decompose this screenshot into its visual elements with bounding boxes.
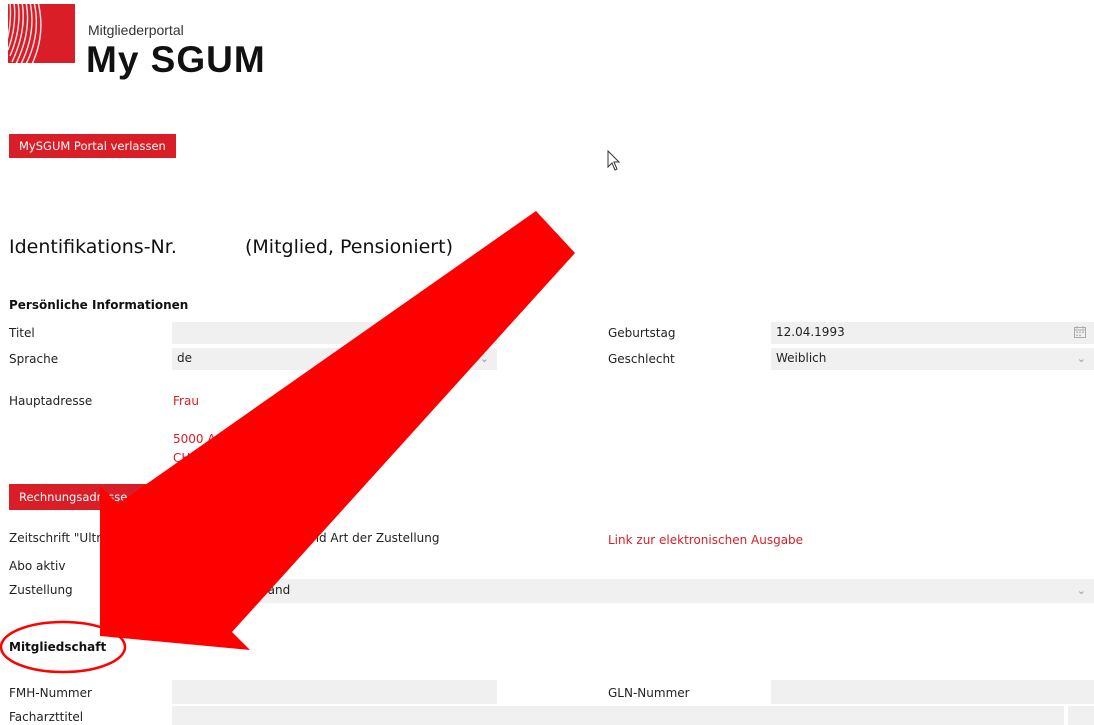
subscription-active-label: Abo aktiv: [9, 559, 66, 573]
electronic-edition-link[interactable]: Link zur elektronischen Ausgabe: [608, 533, 803, 547]
language-value: de: [177, 351, 192, 365]
journal-label-mid: der: [160, 531, 180, 545]
birthday-field[interactable]: 12.04.1993: [771, 322, 1094, 344]
member-status: (Mitglied, Pensioniert): [245, 236, 453, 258]
title-label: Titel: [9, 326, 35, 340]
fmh-number-field[interactable]: [172, 680, 497, 704]
delivery-label: Zustellung: [9, 583, 73, 597]
chevron-down-icon: ⌄: [479, 352, 489, 365]
delivery-select[interactable]: stversand ⌄: [172, 579, 1094, 603]
gender-label: Geschlecht: [608, 352, 675, 366]
title-select[interactable]: ⌄: [172, 322, 497, 344]
membership-title: Mitgliedschaft: [9, 640, 107, 654]
logo-title: My SGUM: [86, 39, 266, 80]
sgum-logo-mark: [8, 4, 75, 63]
birthday-label: Geburtstag: [608, 326, 676, 340]
calendar-icon[interactable]: [1074, 326, 1086, 341]
mouse-cursor-icon: [607, 149, 621, 175]
page-title: Identifikations-Nr. (Mitglied, Pensionie…: [9, 236, 453, 258]
delivery-value: stversand: [231, 583, 291, 597]
language-select[interactable]: de ⌄: [172, 348, 497, 370]
main-address-label: Hauptadresse: [9, 394, 93, 408]
personal-info-title: Persönliche Informationen: [9, 298, 189, 312]
birthday-value: 12.04.1993: [776, 325, 845, 339]
address-line-1: Frau: [173, 394, 199, 408]
fmh-number-label: FMH-Nummer: [9, 686, 92, 700]
identification-label: Identifikations-Nr.: [9, 236, 177, 258]
gln-number-field[interactable]: [771, 680, 1094, 704]
leave-portal-button[interactable]: MySGUM Portal verlassen: [9, 134, 176, 158]
journal-label-start: Zeitschrift "Ultrasc: [9, 531, 122, 545]
journal-label-end: nnement und Art der Zustellung: [246, 531, 440, 545]
gln-number-label: GLN-Nummer: [608, 686, 690, 700]
chevron-down-icon: ⌄: [479, 326, 489, 339]
address-country: CH: [173, 451, 191, 465]
specialist-title-addon[interactable]: [1068, 706, 1094, 725]
specialist-title-label: Facharzttitel: [9, 710, 84, 724]
logo-subtitle: Mitgliederportal: [88, 22, 184, 38]
chevron-down-icon: ⌄: [1076, 584, 1086, 597]
gender-value: Weiblich: [776, 351, 827, 365]
specialist-title-field[interactable]: [172, 706, 1064, 725]
chevron-down-icon: ⌄: [1076, 352, 1086, 365]
gender-select[interactable]: Weiblich ⌄: [771, 348, 1094, 370]
language-label: Sprache: [9, 352, 59, 366]
address-city: 5000 Aarau: [173, 432, 243, 446]
create-billing-address-button[interactable]: Rechnungsadresse erstellen: [9, 484, 192, 510]
